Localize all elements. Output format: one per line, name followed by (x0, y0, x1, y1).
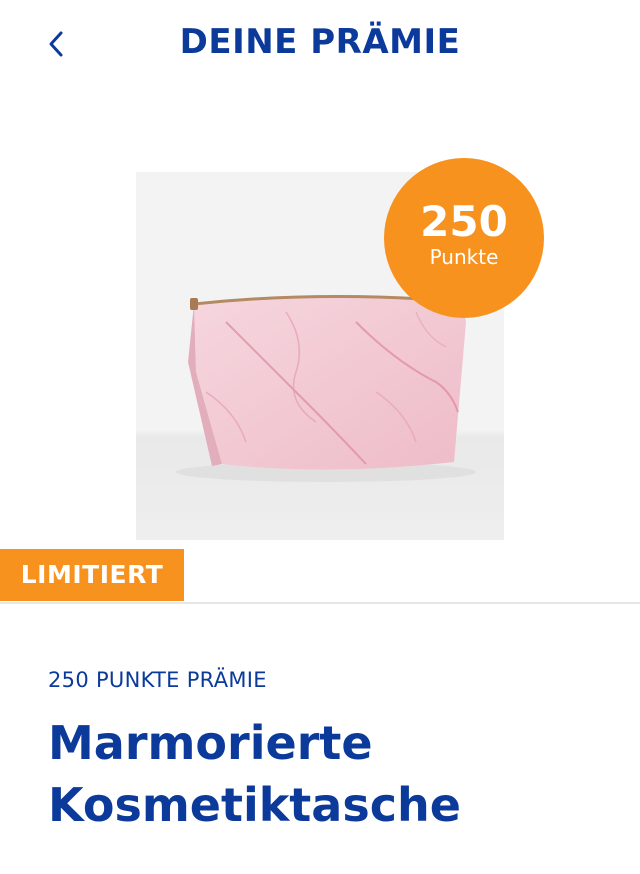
points-unit-label: Punkte (429, 245, 499, 269)
header: DEINE PRÄMIE (0, 0, 640, 90)
points-value: 250 (420, 197, 508, 246)
reward-detail-screen: DEINE PRÄMIE 250 Punkte LIMITIERT 250 PU… (0, 0, 640, 874)
divider (0, 602, 640, 604)
reward-category-label: 250 PUNKTE PRÄMIE (48, 668, 267, 692)
points-badge: 250 Punkte (384, 158, 544, 318)
page-title: DEINE PRÄMIE (179, 22, 461, 62)
limited-badge: LIMITIERT (0, 549, 184, 601)
reward-title: Marmorierte Kosmetiktasche (48, 716, 461, 832)
